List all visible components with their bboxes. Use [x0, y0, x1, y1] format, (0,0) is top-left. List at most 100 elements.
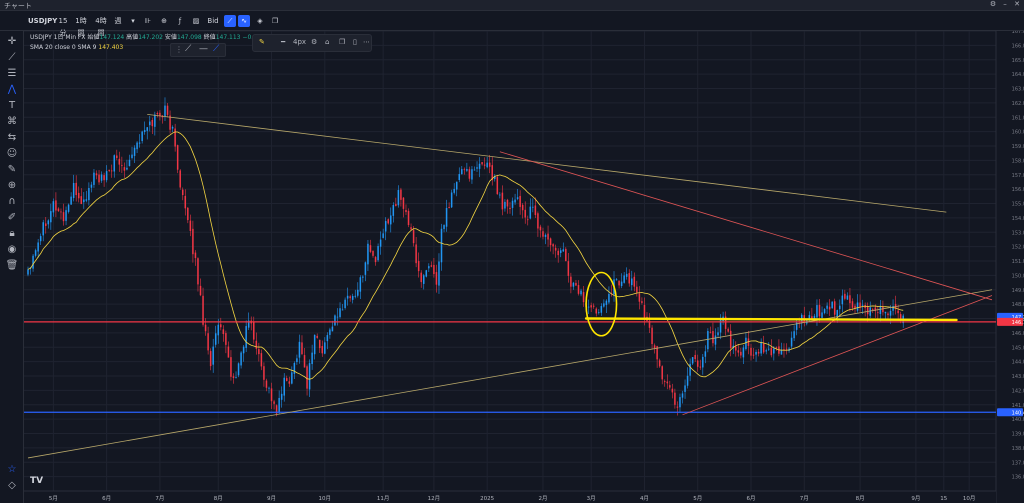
text-icon[interactable]: T — [4, 99, 20, 113]
candle-body — [783, 349, 785, 350]
candle-body — [230, 357, 232, 377]
candle-body — [397, 190, 400, 206]
ray-tool-icon[interactable]: ⟋ — [213, 44, 219, 54]
candle-body — [745, 337, 747, 350]
candle-body — [534, 205, 537, 215]
magnet-icon[interactable]: ∩ — [4, 195, 20, 209]
candle-body — [39, 236, 42, 242]
candle-body — [844, 293, 846, 299]
template-icon[interactable]: ◈ — [254, 15, 266, 27]
drag-handle-icon[interactable]: ⋮ — [175, 45, 183, 54]
y-tick-label: 167.000 — [1012, 31, 1024, 35]
candle-body — [438, 261, 440, 286]
shapes-icon[interactable]: ⌘ — [4, 115, 20, 129]
candle-body — [374, 257, 377, 263]
price-label: 146.764 — [1012, 320, 1024, 326]
candle-body — [587, 306, 590, 308]
close-icon[interactable]: ✕ — [1012, 0, 1022, 8]
interval-weekly[interactable]: 週 — [112, 15, 124, 27]
trash-icon[interactable]: 🗑︎ — [4, 259, 20, 273]
candle-body — [521, 204, 524, 211]
settings-icon[interactable]: ⚙ — [988, 0, 998, 8]
candle-body — [767, 348, 770, 350]
candle-body — [62, 212, 65, 222]
candle-body — [653, 345, 656, 349]
tradingview-logo-icon: TV — [30, 476, 44, 486]
pencil-icon[interactable]: ✎ — [259, 38, 265, 46]
candle-body — [265, 380, 268, 388]
candle-body — [889, 310, 892, 316]
candle-body — [75, 182, 77, 196]
interval-4h[interactable]: 4時間 — [92, 15, 110, 37]
more-icon[interactable]: ⋯ — [363, 38, 370, 46]
y-tick-label: 148.000 — [1012, 302, 1024, 308]
interval-1h[interactable]: 1時間 — [72, 15, 90, 37]
layout-icon[interactable]: ❐ — [269, 15, 281, 27]
trendline-icon[interactable]: ⟋ — [4, 51, 20, 65]
trash-icon[interactable]: ▯ — [353, 38, 357, 46]
line-width[interactable]: 4px — [293, 38, 306, 46]
candle-body — [773, 348, 775, 354]
layers-icon[interactable]: ◇ — [4, 479, 20, 493]
y-tick-label: 166.000 — [1012, 43, 1024, 49]
line-style-icon[interactable]: ━ — [281, 38, 285, 46]
candle-body — [278, 397, 280, 412]
candle-body — [415, 244, 417, 264]
pattern-icon[interactable]: ⋀ — [4, 83, 20, 97]
candle-body — [709, 331, 712, 333]
candle-body — [514, 199, 516, 203]
price-chart[interactable]: 136.000 137.000 138.000 139.000 140.000 141.0… — [24, 31, 1024, 503]
chevron-down-icon[interactable]: ▾ — [127, 15, 139, 27]
brush-icon[interactable]: ☺ — [4, 147, 20, 161]
candle-body — [364, 262, 367, 275]
stay-drawing-icon[interactable]: ✐ — [4, 211, 20, 225]
lock-icon[interactable]: ⌂ — [325, 38, 329, 46]
hline-tool-icon[interactable]: — — [199, 44, 208, 54]
fx-icon[interactable]: ƒ — [174, 15, 186, 27]
favorite-icon[interactable]: ☆ — [4, 463, 20, 477]
crosshair-icon[interactable]: ✛ — [4, 35, 20, 49]
bid-toggle[interactable]: Bid — [206, 15, 220, 27]
candle-body — [623, 275, 625, 283]
candle-body — [866, 307, 869, 315]
interval-15m[interactable]: 15分 — [56, 15, 70, 37]
candle-body — [270, 388, 273, 402]
area-chart-icon[interactable]: ∿ — [238, 15, 250, 27]
candle-body — [729, 330, 732, 349]
candle-body — [260, 353, 263, 367]
y-tick-label: 146.000 — [1012, 331, 1024, 337]
candle-body — [872, 308, 874, 310]
candle-body — [435, 272, 438, 285]
eye-icon[interactable]: ◉ — [4, 243, 20, 257]
candle-type-icon[interactable]: ⊪ — [142, 15, 154, 27]
candle-body — [572, 282, 575, 287]
candle-body — [478, 163, 481, 169]
candle-body — [575, 282, 577, 286]
indicator-icon[interactable]: ⊕ — [158, 15, 170, 27]
ruler-icon[interactable]: ✎ — [4, 163, 20, 177]
candle-body — [100, 174, 103, 181]
candle-body — [620, 281, 623, 287]
candle-body — [818, 304, 821, 317]
candle-body — [455, 181, 458, 190]
candle-body — [539, 226, 542, 231]
y-tick-label: 139.000 — [1012, 432, 1024, 438]
line-chart-icon[interactable]: ⟋ — [224, 15, 236, 27]
candle-body — [823, 309, 826, 314]
gear-icon[interactable]: ⚙ — [311, 38, 317, 46]
lock-icon[interactable]: 🔒︎ — [4, 227, 20, 241]
fib-icon[interactable]: ☰ — [4, 67, 20, 81]
candle-body — [197, 258, 199, 285]
zoom-icon[interactable]: ⊕ — [4, 179, 20, 193]
candle-body — [557, 250, 559, 256]
compare-icon[interactable]: ▨ — [190, 15, 202, 27]
candle-body — [737, 350, 740, 353]
line-tool-icon[interactable]: ⟋ — [185, 44, 191, 54]
minimize-icon[interactable]: – — [1000, 0, 1010, 8]
candle-body — [856, 302, 859, 311]
y-tick-label: 158.000 — [1012, 158, 1024, 164]
copy-icon[interactable]: ❐ — [339, 38, 345, 46]
symbol-selector[interactable]: USDJPY — [28, 15, 57, 27]
chart-area[interactable]: 136.000 137.000 138.000 139.000 140.000 141.0… — [24, 31, 1024, 503]
measure-icon[interactable]: ⇆ — [4, 131, 20, 145]
